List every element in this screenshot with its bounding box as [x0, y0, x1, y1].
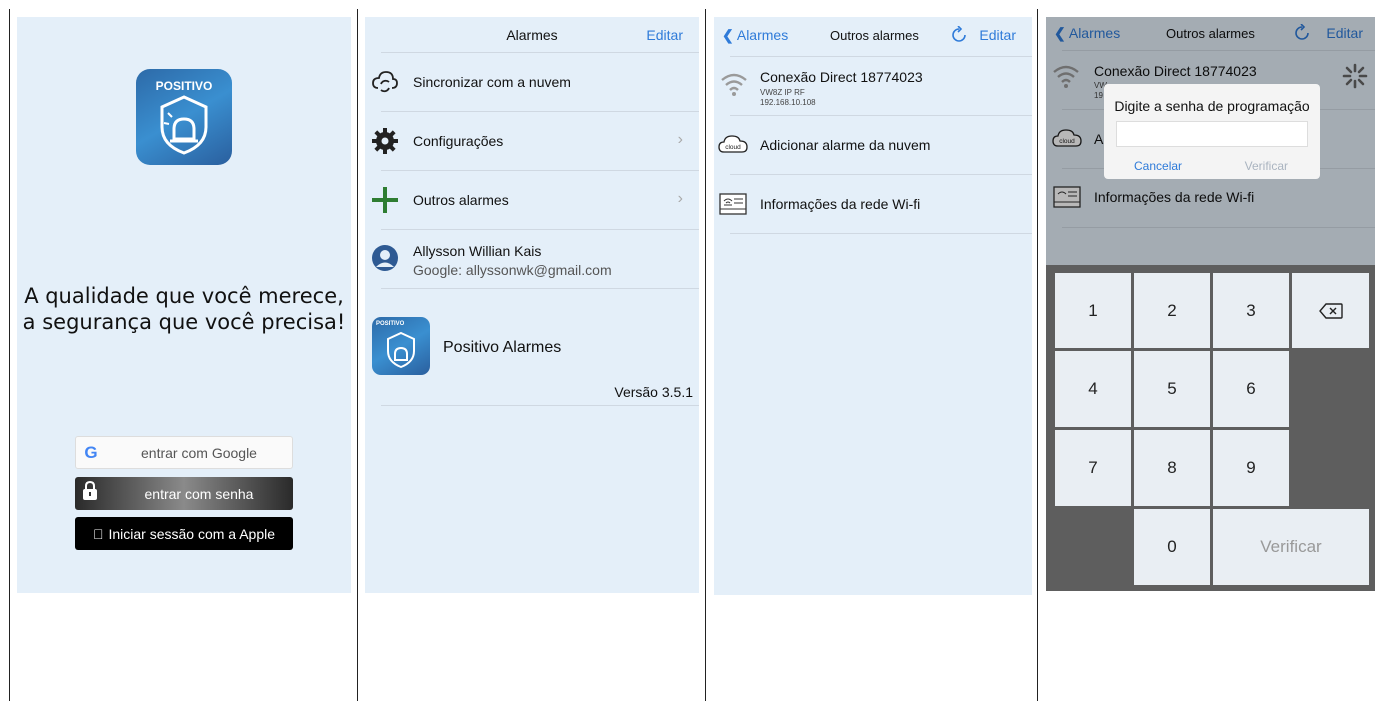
panel-separator	[705, 9, 706, 701]
user-account-row[interactable]: Allysson Willian Kais Google: allyssonwk…	[365, 230, 699, 288]
key-6[interactable]: 6	[1213, 351, 1289, 427]
dialog-title: Digite a senha de programação	[1114, 98, 1310, 114]
page-title: Outros alarmes	[830, 28, 919, 43]
password-entry-screen: ❮ Alarmes Outros alarmes Editar Conexão …	[1046, 17, 1375, 591]
cloud-icon: cloud	[718, 135, 748, 153]
key-8[interactable]: 8	[1134, 430, 1210, 506]
tagline: A qualidade que você merece, a segurança…	[17, 283, 351, 335]
divider	[381, 288, 699, 289]
tagline-line-1: A qualidade que você merece,	[24, 284, 344, 308]
divider	[381, 405, 699, 406]
back-label: Alarmes	[736, 27, 789, 43]
refresh-icon[interactable]	[950, 26, 968, 44]
dialog-verify-button[interactable]: Verificar	[1245, 159, 1288, 173]
keypad-verify-button[interactable]: Verificar	[1213, 509, 1369, 585]
key-0[interactable]: 0	[1134, 509, 1210, 585]
cancel-button[interactable]: Cancelar	[1134, 159, 1182, 173]
nav-bar: Alarmes Editar	[365, 17, 699, 53]
add-cloud-alarm-row[interactable]: cloud Adicionar alarme da nuvem	[714, 116, 1032, 174]
menu-item-sync[interactable]: Sincronizar com a nuvem	[365, 53, 699, 111]
menu-item-label: Configurações	[413, 133, 504, 149]
key-5[interactable]: 5	[1134, 351, 1210, 427]
lock-icon	[75, 480, 105, 506]
device-model: VW8Z IP RF	[760, 88, 805, 97]
app-version: Versão 3.5.1	[614, 384, 693, 400]
backspace-icon	[1318, 302, 1343, 319]
cloud-sync-icon	[372, 71, 398, 93]
user-email: Google: allyssonwk@gmail.com	[413, 262, 612, 278]
device-ip: 192.168.10.108	[760, 98, 816, 107]
chevron-right-icon: ›	[677, 131, 683, 148]
edit-button[interactable]: Editar	[979, 27, 1016, 43]
key-3[interactable]: 3	[1213, 273, 1289, 348]
key-9[interactable]: 9	[1213, 430, 1289, 506]
panel-separator	[1037, 9, 1038, 701]
chevron-right-icon: ›	[677, 190, 683, 207]
user-name: Allysson Willian Kais	[413, 243, 542, 259]
alarm-device-row[interactable]: Conexão Direct 18774023 VW8Z IP RF 192.1…	[714, 57, 1032, 115]
numeric-keypad: 1 2 3 4 5 6 7 8 9 0 Verificar	[1046, 265, 1375, 591]
shield-alarm-icon	[387, 331, 415, 369]
menu-item-label: Sincronizar com a nuvem	[413, 74, 571, 90]
key-1[interactable]: 1	[1055, 273, 1131, 348]
panel-separator	[357, 9, 358, 701]
plus-icon	[372, 187, 398, 213]
google-login-button[interactable]: G entrar com Google	[75, 436, 293, 469]
menu-item-other-alarms[interactable]: Outros alarmes ›	[365, 171, 699, 229]
app-logo-small: POSITIVO	[372, 317, 430, 375]
wifi-info-row[interactable]: Informações da rede Wi-fi	[714, 175, 1032, 233]
panel-separator	[9, 9, 10, 701]
app-logo: POSITIVO	[136, 69, 232, 165]
password-dialog: Digite a senha de programação Cancelar V…	[1104, 84, 1320, 179]
menu-item-settings[interactable]: Configurações ›	[365, 112, 699, 170]
wifi-icon	[721, 73, 747, 96]
wifi-info-label: Informações da rede Wi-fi	[760, 196, 921, 212]
add-cloud-label: Adicionar alarme da nuvem	[760, 137, 931, 153]
password-login-label: entrar com senha	[144, 485, 254, 502]
apple-login-button[interactable]:  Iniciar sessão com a Apple	[75, 517, 293, 550]
user-avatar-icon	[372, 245, 398, 271]
edit-button[interactable]: Editar	[646, 27, 683, 43]
google-login-label: entrar com Google	[141, 444, 257, 461]
apple-icon: 	[93, 526, 104, 542]
password-login-button[interactable]: entrar com senha	[75, 477, 293, 510]
tagline-line-2: a segurança que você precisa!	[22, 310, 346, 334]
nav-bar: ❮ Alarmes Outros alarmes Editar	[714, 17, 1032, 53]
key-7[interactable]: 7	[1055, 430, 1131, 506]
device-name: Conexão Direct 18774023	[760, 69, 923, 85]
menu-item-label: Outros alarmes	[413, 192, 509, 208]
cloud-icon-label: cloud	[725, 144, 741, 151]
google-icon: G	[84, 442, 98, 462]
login-screen: POSITIVO A qualidade que você merece, a …	[17, 17, 351, 593]
other-alarms-screen: ❮ Alarmes Outros alarmes Editar Conexão …	[714, 17, 1032, 595]
apple-login-label: Iniciar sessão com a Apple	[103, 525, 275, 542]
gear-icon	[372, 128, 398, 154]
network-info-icon	[719, 193, 747, 215]
alarms-menu-screen: Alarmes Editar Sincronizar com a nuvem C…	[365, 17, 699, 593]
shield-alarm-icon	[160, 95, 208, 155]
key-4[interactable]: 4	[1055, 351, 1131, 427]
back-button[interactable]: ❮ Alarmes	[722, 27, 788, 44]
chevron-left-icon: ❮	[722, 27, 734, 43]
password-input[interactable]	[1116, 121, 1308, 147]
key-2[interactable]: 2	[1134, 273, 1210, 348]
divider	[730, 233, 1032, 234]
backspace-key[interactable]	[1292, 273, 1369, 348]
app-name: Positivo Alarmes	[443, 339, 562, 356]
